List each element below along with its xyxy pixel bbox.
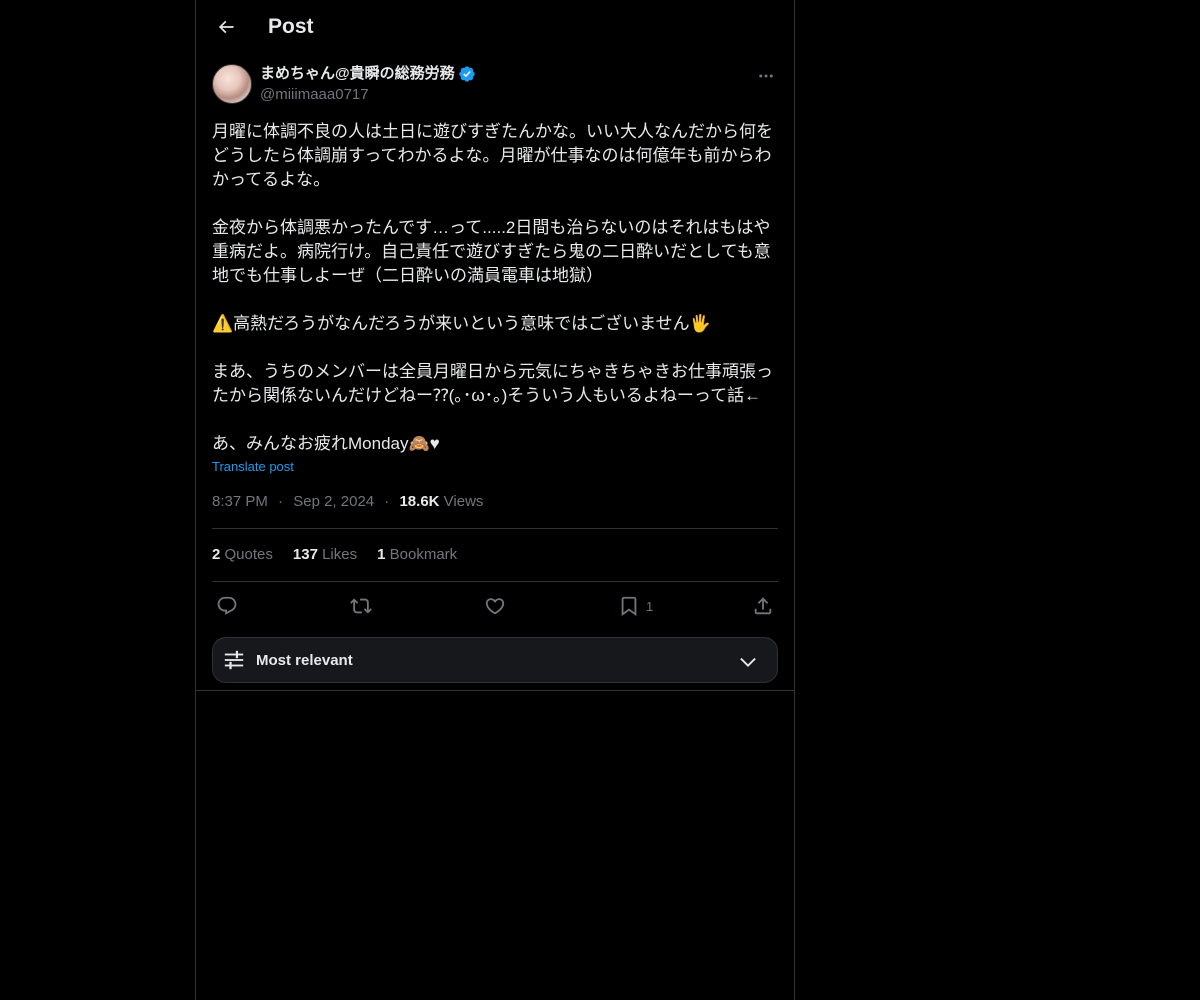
post-text: 月曜に体調不良の人は土日に遊びすぎたんかな。いい大人なんだから何をどうしたら体調…	[212, 120, 778, 456]
avatar[interactable]	[212, 64, 252, 104]
share-icon	[754, 597, 772, 615]
meta-separator: ·	[278, 493, 284, 510]
heart-icon	[485, 598, 505, 615]
post-paragraph: 月曜に体調不良の人は土日に遊びすぎたんかな。いい大人なんだから何をどうしたら体調…	[212, 122, 773, 189]
author-handle[interactable]: @miiimaaa0717	[260, 85, 369, 105]
share-button[interactable]	[752, 592, 774, 620]
like-button[interactable]	[484, 592, 506, 620]
views-count: 18.6K	[399, 493, 440, 510]
bookmark-icon	[621, 596, 637, 617]
bookmarks-label: Bookmark	[389, 546, 458, 563]
more-options-button[interactable]	[754, 64, 778, 88]
bookmarks-stat[interactable]: 1 Bookmark	[377, 545, 457, 565]
likes-stat[interactable]: 137 Likes	[293, 545, 357, 565]
repost-button[interactable]	[350, 592, 372, 620]
engagement-stats: 2 Quotes 137 Likes 1 Bookmark	[212, 545, 477, 565]
post-paragraph: ⚠️高熱だろうがなんだろうが来いという意味ではございません🖐	[212, 314, 711, 333]
meta-separator: ·	[384, 493, 390, 510]
post-paragraph: 金夜から体調悪かったんです…って.....2日間も治らないのはそれはもはや重病だ…	[212, 218, 771, 285]
quotes-count: 2	[212, 546, 221, 563]
post: まめちゃん@貴瞬の総務労務 @miiimaaa0717 月曜に体調不良の人は土日…	[212, 54, 778, 683]
chevron-down-icon	[740, 657, 756, 667]
divider	[196, 690, 794, 691]
page-title: Post	[268, 15, 314, 38]
divider	[212, 528, 778, 529]
back-button[interactable]	[208, 9, 244, 45]
back-arrow-icon	[218, 20, 234, 34]
reply-sort-dropdown[interactable]: Most relevant	[212, 637, 778, 683]
author-row: まめちゃん@貴瞬の総務労務 @miiimaaa0717	[212, 54, 778, 116]
sliders-icon	[224, 650, 244, 670]
bookmarks-count: 1	[377, 546, 386, 563]
repost-icon	[350, 598, 372, 614]
translate-post-link[interactable]: Translate post	[212, 458, 294, 476]
post-meta: 8:37 PM · Sep 2, 2024 · 18.6K Views	[212, 492, 483, 512]
more-dots-icon	[759, 74, 773, 78]
post-paragraph: あ、みんなお疲れMonday🙈♥	[212, 434, 440, 453]
likes-count: 137	[292, 546, 318, 563]
post-date[interactable]: Sep 2, 2024	[293, 493, 374, 510]
bookmark-button[interactable]: 1	[618, 592, 653, 620]
reply-icon	[217, 596, 237, 615]
divider	[212, 581, 778, 582]
author-name-row[interactable]: まめちゃん@貴瞬の総務労務	[260, 64, 476, 84]
post-time[interactable]: 8:37 PM	[212, 493, 268, 510]
views-label: Views	[443, 493, 484, 510]
bookmark-count: 1	[646, 598, 654, 614]
verified-badge-icon	[458, 66, 475, 82]
likes-label: Likes	[322, 546, 358, 563]
quotes-label: Quotes	[224, 546, 273, 563]
post-paragraph: まあ、うちのメンバーは全員月曜日から元気にちゃきちゃきお仕事頑張ったから関係ない…	[212, 362, 773, 405]
page-header: Post	[196, 0, 794, 54]
quotes-stat[interactable]: 2 Quotes	[212, 545, 273, 565]
post-detail-column: Post まめちゃん@貴瞬の総務労務 @miiimaaa0717 月曜に体調不良…	[195, 0, 795, 1000]
author-display-name[interactable]: まめちゃん@貴瞬の総務労務	[260, 64, 455, 84]
action-bar: 1	[212, 592, 778, 620]
sort-label: Most relevant	[256, 652, 353, 669]
reply-button[interactable]	[216, 592, 238, 620]
